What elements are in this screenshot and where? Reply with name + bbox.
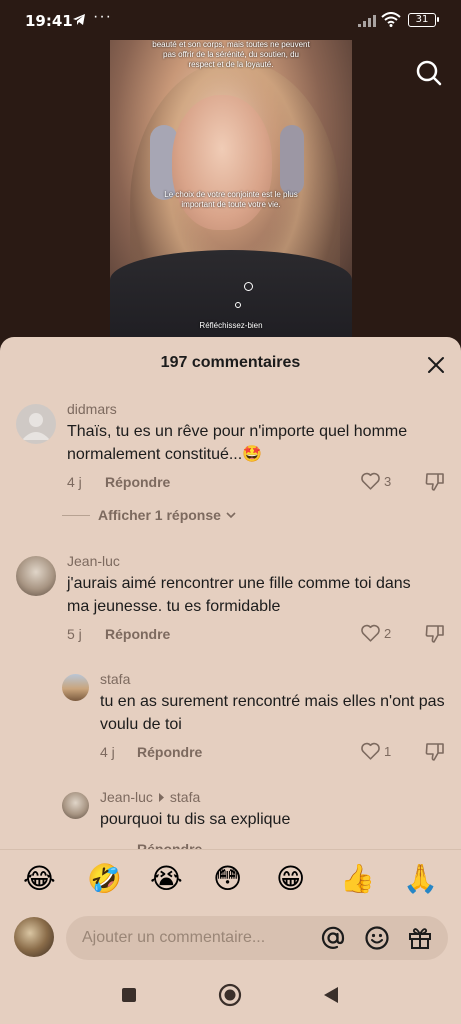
heart-icon — [361, 472, 380, 490]
telegram-icon — [72, 13, 86, 30]
thumbs-down-icon — [425, 473, 444, 491]
comment-text: pourquoi tu dis sa explique — [100, 811, 291, 828]
gift-button[interactable] — [407, 925, 433, 951]
close-button[interactable] — [425, 354, 447, 376]
status-bar: 19:41 ··· 31 — [0, 0, 461, 40]
emoji-option[interactable]: 🙏 — [403, 862, 438, 896]
like-count: 3 — [384, 473, 392, 489]
emoji-quick-bar: 😂 🤣 😭 😳 😁 👍 🙏 — [0, 849, 461, 911]
comment-input-box[interactable] — [66, 916, 448, 960]
reply-item: Jean-luc stafa pourquoi tu dis sa expliq… — [0, 787, 461, 849]
dislike-button[interactable] — [424, 622, 446, 649]
at-icon — [321, 926, 345, 949]
thumbs-down-icon — [425, 625, 444, 643]
comment-text: tu en as surement rencontré mais elles n… — [100, 693, 445, 733]
dislike-button[interactable] — [424, 740, 446, 767]
home-button[interactable] — [218, 983, 242, 1012]
emoji-option[interactable]: 😳 — [213, 862, 242, 896]
signal-icon — [358, 14, 376, 31]
comment-age: 4 j — [67, 474, 82, 490]
thumbs-down-icon — [425, 743, 444, 761]
comment-text: Thaïs, tu es un rêve pour n'importe quel… — [67, 423, 408, 463]
like-count: 2 — [384, 625, 392, 641]
reply-header: Jean-luc stafa — [100, 789, 200, 805]
recents-button[interactable] — [121, 987, 137, 1008]
like-button[interactable]: 2 — [360, 623, 391, 643]
emoji-option[interactable]: 😁 — [276, 862, 305, 896]
back-button[interactable] — [322, 986, 340, 1009]
reply-button[interactable]: Répondre — [105, 474, 170, 490]
divider-line — [62, 514, 90, 516]
comment-text: j'aurais aimé rencontrer une fille comme… — [67, 575, 411, 615]
back-triangle-icon — [324, 987, 338, 1003]
comment-input[interactable] — [82, 916, 307, 960]
video-caption-bottom: Réfléchissez-bien — [199, 321, 263, 330]
like-button[interactable]: 3 — [360, 471, 391, 491]
avatar[interactable] — [16, 404, 56, 444]
gift-icon — [409, 928, 431, 949]
square-icon — [122, 988, 136, 1002]
show-replies-button[interactable]: Afficher 1 réponse — [62, 507, 237, 523]
comment-username[interactable]: didmars — [67, 401, 117, 417]
emoji-option[interactable]: 😂 — [23, 862, 56, 896]
comment-composer — [0, 911, 461, 967]
emoji-option[interactable]: 🤣 — [87, 862, 122, 896]
more-notifications-icon: ··· — [93, 8, 112, 25]
reply-button[interactable]: Répondre — [137, 841, 202, 849]
heart-icon — [361, 624, 380, 642]
comment-item: didmars Thaïs, tu es un rêve pour n'impo… — [0, 399, 461, 499]
comment-item: Jean-luc j'aurais aimé rencontrer une fi… — [0, 551, 461, 651]
default-avatar-icon — [22, 413, 50, 440]
video-headphone-right — [280, 125, 304, 195]
comment-age: 5 j — [67, 626, 82, 642]
heart-icon — [361, 742, 380, 760]
emoji-picker-button[interactable] — [364, 925, 390, 951]
comment-age: 4 j — [100, 744, 115, 760]
battery-indicator: 31 — [408, 13, 439, 27]
comment-username[interactable]: Jean-luc — [67, 553, 120, 569]
reply-to-username[interactable]: stafa — [170, 789, 200, 805]
video-ring-small-icon — [235, 302, 241, 308]
reply-item: stafa tu en as surement rencontré mais e… — [0, 669, 461, 769]
reply-arrow-icon — [158, 792, 164, 802]
comment-username[interactable]: stafa — [100, 671, 130, 687]
comments-count-title: 197 commentaires — [160, 354, 301, 371]
comment-username[interactable]: Jean-luc — [100, 789, 153, 805]
comments-header: 197 commentaires — [0, 337, 461, 391]
mention-button[interactable] — [320, 925, 346, 951]
video-caption-top: beauté et son corps, mais toutes ne peuv… — [152, 40, 310, 69]
video-ring-icon — [244, 282, 253, 291]
wifi-icon — [381, 12, 401, 31]
like-count: 1 — [384, 743, 392, 759]
reply-button[interactable]: Répondre — [105, 626, 170, 642]
dislike-button[interactable] — [424, 470, 446, 497]
search-icon — [416, 60, 442, 86]
video-preview[interactable]: beauté et son corps, mais toutes ne peuv… — [110, 40, 352, 340]
reply-button[interactable]: Répondre — [137, 744, 202, 760]
system-nav-bar — [0, 967, 461, 1024]
show-replies-label: Afficher 1 réponse — [98, 507, 221, 523]
video-caption-middle: Le choix de votre conjointe est le plus … — [164, 190, 298, 209]
emoji-option[interactable]: 😭 — [150, 862, 183, 896]
smiley-icon — [365, 926, 389, 950]
user-avatar[interactable] — [14, 917, 54, 957]
close-icon — [428, 357, 444, 373]
emoji-option[interactable]: 👍 — [340, 862, 375, 896]
like-button[interactable]: 1 — [360, 741, 391, 761]
home-circle-icon — [218, 983, 242, 1007]
comments-sheet: 197 commentaires didmars Thaïs, tu es un… — [0, 337, 461, 1024]
avatar[interactable] — [62, 674, 89, 701]
chevron-down-icon — [226, 512, 236, 519]
avatar[interactable] — [16, 556, 56, 596]
search-button[interactable] — [414, 58, 444, 88]
status-time: 19:41 — [25, 12, 73, 30]
avatar[interactable] — [62, 792, 89, 819]
